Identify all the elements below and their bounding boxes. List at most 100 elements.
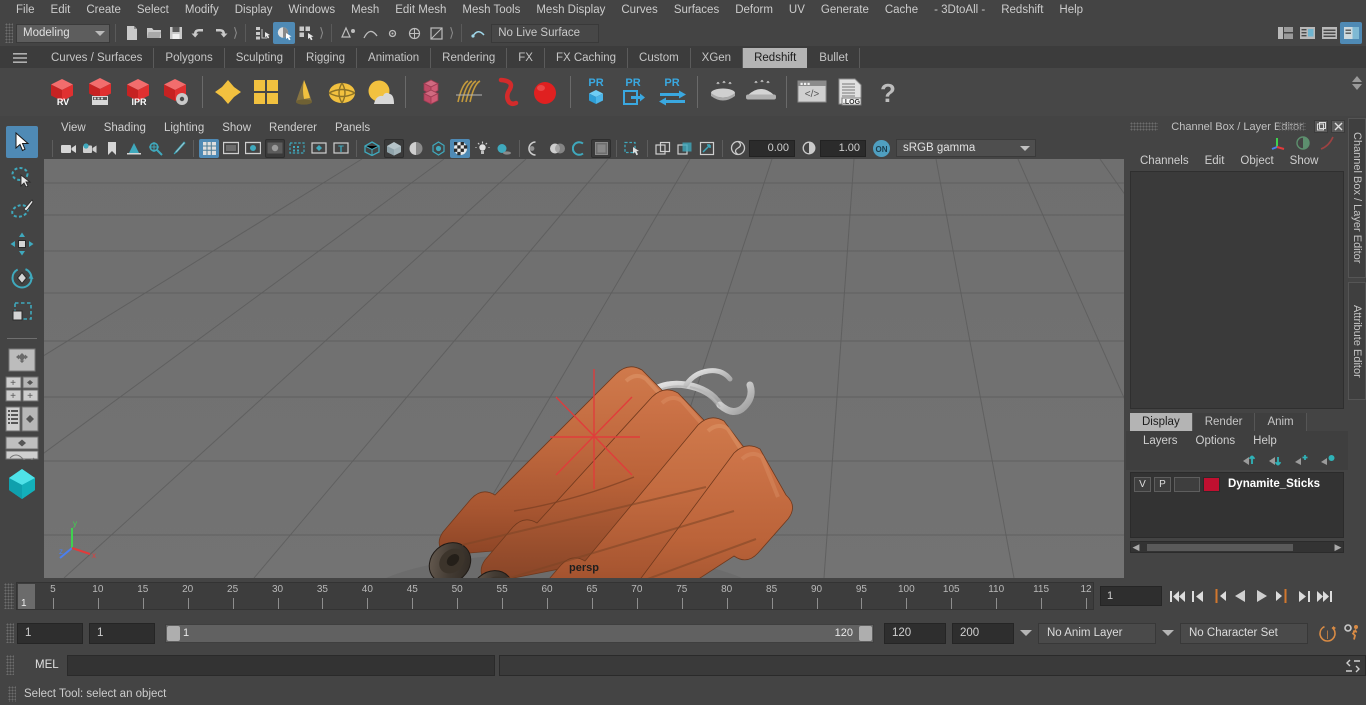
shelf-icon-redshift-bake-1[interactable] [704, 72, 742, 112]
xray-texture-icon[interactable] [675, 139, 695, 158]
use-all-lights-icon[interactable] [472, 139, 492, 158]
shelf-icon-redshift-ipr[interactable]: IPR [120, 72, 158, 112]
grease-pencil-icon[interactable] [168, 139, 188, 158]
move-tool-button[interactable] [6, 228, 38, 260]
layer-display-type-toggle[interactable] [1174, 476, 1200, 492]
show-channel-box-button[interactable] [1340, 22, 1362, 44]
texture-checker-icon[interactable] [450, 138, 470, 158]
shelf-icon-redshift-material-grid[interactable] [247, 72, 285, 112]
shelf-icon-redshift-environment[interactable] [361, 72, 399, 112]
shelf-scroll-arrows[interactable] [1352, 76, 1362, 90]
smooth-shade-all-icon[interactable] [384, 138, 404, 158]
status-bar-grip[interactable] [8, 685, 16, 702]
playback-start-time-field[interactable]: 1 [89, 622, 155, 644]
shelf-tab-rendering[interactable]: Rendering [431, 48, 508, 68]
shelf-tab-redshift[interactable]: Redshift [743, 48, 809, 68]
menu-redshift[interactable]: Redshift [993, 0, 1051, 20]
shelf-tab-rigging[interactable]: Rigging [295, 48, 358, 68]
screenshot-icon[interactable] [697, 139, 717, 158]
film-gate-icon[interactable] [221, 139, 241, 158]
range-right-handle[interactable] [859, 625, 872, 641]
menu-mesh-display[interactable]: Mesh Display [528, 0, 613, 20]
command-language-label[interactable]: MEL [35, 659, 59, 671]
step-back-key-button[interactable] [1189, 585, 1208, 607]
scroll-left-icon[interactable]: ◀ [1131, 542, 1141, 553]
shelf-icon-redshift-proxy[interactable] [412, 72, 450, 112]
snap-to-curve-button[interactable] [359, 22, 381, 44]
select-by-hierarchy-button[interactable] [251, 22, 273, 44]
range-slider-grip[interactable] [6, 623, 14, 643]
collapse-arrow-icon[interactable]: ⟩ [447, 25, 456, 41]
undock-panel-button[interactable] [1314, 120, 1328, 133]
channel-menu-show[interactable]: Show [1282, 155, 1327, 167]
scale-tool-button[interactable] [6, 296, 38, 328]
shelf-icon-redshift-pr-export[interactable]: PR [615, 72, 653, 112]
texture-border-icon[interactable] [653, 139, 673, 158]
tab-render[interactable]: Render [1192, 413, 1256, 431]
shelf-icon-redshift-material[interactable] [209, 72, 247, 112]
new-layer-icon[interactable] [1294, 454, 1310, 467]
animation-start-time-field[interactable]: 1 [17, 622, 83, 644]
move-layer-down-icon[interactable] [1268, 454, 1284, 467]
new-layer-from-selection-icon[interactable] [1320, 454, 1336, 467]
screen-space-ao-icon[interactable] [525, 139, 545, 158]
gamma-icon[interactable] [799, 139, 819, 158]
menu-create[interactable]: Create [78, 0, 129, 20]
select-tool-button[interactable] [6, 126, 38, 158]
snap-to-grid-button[interactable] [337, 22, 359, 44]
shelf-tab-xgen[interactable]: XGen [690, 48, 744, 68]
shadows-icon[interactable] [494, 139, 514, 158]
scroll-right-icon[interactable]: ▶ [1333, 542, 1343, 553]
lasso-select-tool-button[interactable] [6, 160, 38, 192]
layer-row-dynamite-sticks[interactable]: V P Dynamite_Sticks [1134, 476, 1340, 492]
shelf-icon-redshift-help[interactable]: ? [869, 72, 907, 112]
play-forwards-button[interactable] [1252, 585, 1271, 607]
half-circle-icon[interactable] [1296, 136, 1310, 150]
current-time-field[interactable]: 1 [1100, 586, 1162, 606]
viewport-menu-renderer[interactable]: Renderer [260, 122, 326, 134]
go-to-end-button[interactable] [1315, 585, 1334, 607]
character-set-chevron-icon[interactable] [1162, 630, 1174, 636]
shelf-tab-curves-surfaces[interactable]: Curves / Surfaces [40, 48, 155, 68]
anim-layer-chevron-icon[interactable] [1020, 630, 1032, 636]
gate-mask-icon[interactable] [265, 138, 285, 158]
menu-mesh[interactable]: Mesh [343, 0, 387, 20]
redo-button[interactable] [209, 22, 231, 44]
close-panel-button[interactable] [1331, 120, 1345, 133]
shelf-icon-redshift-log[interactable]: .LOG [831, 72, 869, 112]
step-forward-frame-button[interactable] [1273, 585, 1292, 607]
resolution-gate-icon[interactable] [243, 139, 263, 158]
playback-end-time-field[interactable]: 120 [884, 622, 946, 644]
bookmark-icon[interactable] [102, 139, 122, 158]
time-slider[interactable]: 1 5 10 15 20 25 30 35 40 45 50 55 60 65 70 75 80 85 90 95 1… [16, 582, 1094, 610]
multi-sample-aa-icon[interactable] [569, 139, 589, 158]
curve-icon[interactable] [1320, 136, 1334, 150]
command-input-field[interactable] [66, 654, 495, 676]
layout-single-pane-button[interactable] [7, 347, 37, 373]
status-line-grip[interactable] [5, 23, 13, 43]
panel-grip[interactable] [1130, 122, 1158, 131]
exposure-field[interactable]: 0.00 [749, 139, 795, 157]
new-scene-button[interactable] [121, 22, 143, 44]
layer-menu-layers[interactable]: Layers [1134, 435, 1187, 447]
menu-uv[interactable]: UV [781, 0, 813, 20]
shelf-icon-redshift-pr-object[interactable]: PR [577, 72, 615, 112]
channel-menu-object[interactable]: Object [1232, 155, 1281, 167]
menu-surfaces[interactable]: Surfaces [666, 0, 727, 20]
select-camera-icon[interactable] [58, 139, 78, 158]
camera-attributes-icon[interactable] [80, 139, 100, 158]
anim-layer-combo[interactable]: No Anim Layer [1038, 622, 1156, 644]
wireframe-shading-icon[interactable] [362, 139, 382, 158]
select-by-object-type-button[interactable] [273, 22, 296, 44]
layout-four-pane-button[interactable]: + + + [5, 375, 39, 403]
exposure-icon[interactable] [728, 139, 748, 158]
shelf-tab-polygons[interactable]: Polygons [154, 48, 225, 68]
scroll-up-icon[interactable] [1352, 76, 1362, 82]
xray-active-components-icon[interactable]: T [331, 139, 351, 158]
shelf-tab-bullet[interactable]: Bullet [808, 48, 861, 68]
step-forward-key-button[interactable] [1294, 585, 1313, 607]
shelf-icon-redshift-hair[interactable] [450, 72, 488, 112]
shelf-icon-redshift-script-editor[interactable]: </> [793, 72, 831, 112]
hardware-texturing-icon[interactable] [428, 139, 448, 158]
shelf-icon-redshift-bake-2[interactable] [742, 72, 780, 112]
